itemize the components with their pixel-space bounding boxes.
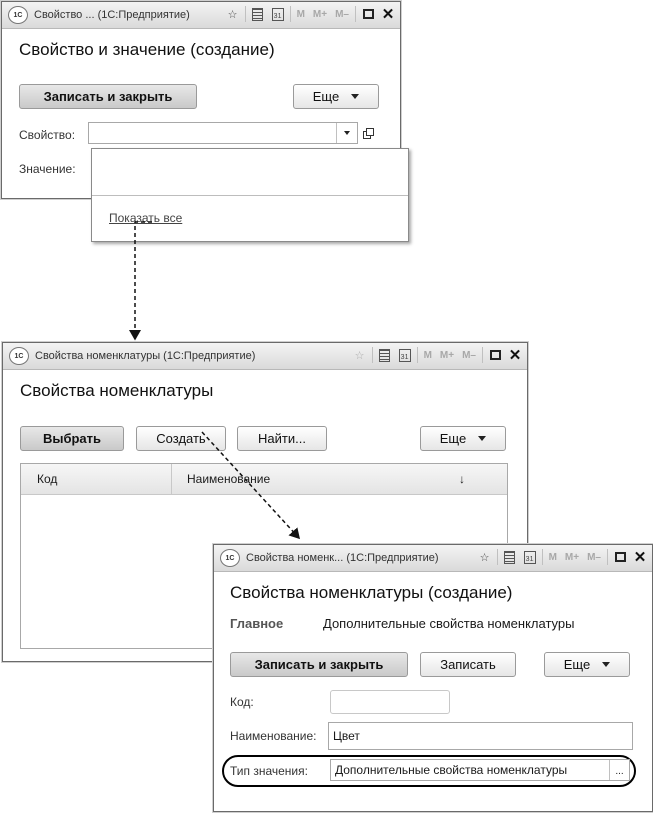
page-title: Свойства номенклатуры <box>20 381 214 400</box>
more-label: Еще <box>312 89 340 104</box>
more-label: Еще <box>439 431 467 446</box>
more-label: Еще <box>563 657 591 672</box>
memory-button[interactable]: M <box>547 548 559 566</box>
close-icon[interactable]: ✕ <box>380 5 396 23</box>
separator <box>416 347 418 363</box>
memory-minus-button[interactable]: M– <box>333 5 351 23</box>
memory-button[interactable]: M <box>422 346 434 364</box>
value-label: Значение: <box>19 162 76 176</box>
property-dropdown-list[interactable]: Показать все <box>91 148 409 242</box>
app-logo-icon: 1С <box>220 549 240 567</box>
chevron-down-icon <box>478 436 487 441</box>
name-label: Наименование: <box>230 729 317 743</box>
close-icon[interactable]: ✕ <box>632 548 648 566</box>
chevron-down-icon <box>351 94 360 99</box>
page-title: Свойство и значение (создание) <box>19 40 275 59</box>
chevron-down-icon <box>602 662 611 667</box>
memory-plus-button[interactable]: M+ <box>311 5 329 23</box>
memory-minus-button[interactable]: M– <box>585 548 603 566</box>
code-input[interactable] <box>330 690 450 714</box>
window-title: Свойства номенклатуры (1С:Предприятие) <box>35 350 256 362</box>
calculator-icon[interactable] <box>250 5 266 23</box>
type-input[interactable]: Дополнительные свойства номенклатуры ... <box>330 759 630 781</box>
calendar-icon[interactable]: 31 <box>270 5 286 23</box>
separator <box>541 549 543 565</box>
memory-plus-button[interactable]: M+ <box>438 346 456 364</box>
column-divider <box>171 464 172 494</box>
column-header-name[interactable]: Наименование <box>187 472 270 486</box>
favorites-icon[interactable]: ☆ <box>477 548 493 566</box>
tab-main[interactable]: Главное <box>230 616 283 631</box>
column-header-code[interactable]: Код <box>37 472 57 486</box>
memory-minus-button[interactable]: M– <box>460 346 478 364</box>
type-value: Дополнительные свойства номенклатуры <box>335 763 568 777</box>
dropdown-button[interactable] <box>336 123 357 143</box>
tab-additional-properties[interactable]: Дополнительные свойства номенклатуры <box>323 616 574 631</box>
name-input[interactable]: Цвет <box>328 722 633 750</box>
sort-arrow-icon: ↓ <box>459 472 465 486</box>
maximize-icon[interactable] <box>612 548 628 566</box>
memory-plus-button[interactable]: M+ <box>563 548 581 566</box>
save-close-button[interactable]: Записать и закрыть <box>230 652 408 677</box>
separator <box>289 6 291 22</box>
calculator-icon[interactable] <box>502 548 518 566</box>
table-header: Код Наименование ↓ <box>21 464 507 495</box>
close-icon[interactable]: ✕ <box>507 346 523 364</box>
separator <box>607 549 608 565</box>
app-logo-icon: 1С <box>9 347 29 365</box>
separator <box>355 6 356 22</box>
ellipsis-icon: ... <box>615 766 624 777</box>
list-item[interactable] <box>92 149 408 196</box>
window-title: Свойство ... (1С:Предприятие) <box>34 9 190 21</box>
chevron-down-icon <box>344 131 350 135</box>
name-value: Цвет <box>333 729 360 743</box>
type-label: Тип значения: <box>230 764 308 778</box>
property-input[interactable] <box>88 122 358 144</box>
favorites-icon[interactable]: ☆ <box>225 5 241 23</box>
titlebar[interactable]: 1С Свойство ... (1С:Предприятие) ☆ 31 M … <box>2 2 400 29</box>
more-button[interactable]: Еще <box>293 84 379 109</box>
maximize-icon[interactable] <box>487 346 503 364</box>
open-icon[interactable] <box>363 128 374 139</box>
window-item-property-create: 1С Свойства номенк... (1С:Предприятие) ☆… <box>213 544 653 812</box>
separator <box>482 347 483 363</box>
titlebar[interactable]: 1С Свойства номенклатуры (1С:Предприятие… <box>3 343 527 370</box>
favorites-icon[interactable]: ☆ <box>352 346 368 364</box>
window-title: Свойства номенк... (1С:Предприятие) <box>246 552 439 564</box>
calculator-icon[interactable] <box>377 346 393 364</box>
page-title: Свойства номенклатуры (создание) <box>230 583 513 602</box>
maximize-icon[interactable] <box>360 5 376 23</box>
save-close-button[interactable]: Записать и закрыть <box>19 84 197 109</box>
more-button[interactable]: Еще <box>544 652 630 677</box>
separator <box>244 6 246 22</box>
property-label: Свойство: <box>19 128 76 142</box>
more-button[interactable]: Еще <box>420 426 506 451</box>
select-type-button[interactable]: ... <box>609 760 629 780</box>
select-button[interactable]: Выбрать <box>20 426 124 451</box>
save-button[interactable]: Записать <box>420 652 516 677</box>
separator <box>371 347 373 363</box>
find-button[interactable]: Найти... <box>237 426 327 451</box>
create-button[interactable]: Создать <box>136 426 226 451</box>
show-all-link[interactable]: Показать все <box>109 211 182 225</box>
app-logo-icon: 1С <box>8 6 28 24</box>
memory-button[interactable]: M <box>295 5 307 23</box>
code-label: Код: <box>230 695 254 709</box>
separator <box>496 549 498 565</box>
calendar-icon[interactable]: 31 <box>522 548 538 566</box>
titlebar[interactable]: 1С Свойства номенк... (1С:Предприятие) ☆… <box>214 545 652 572</box>
calendar-icon[interactable]: 31 <box>397 346 413 364</box>
